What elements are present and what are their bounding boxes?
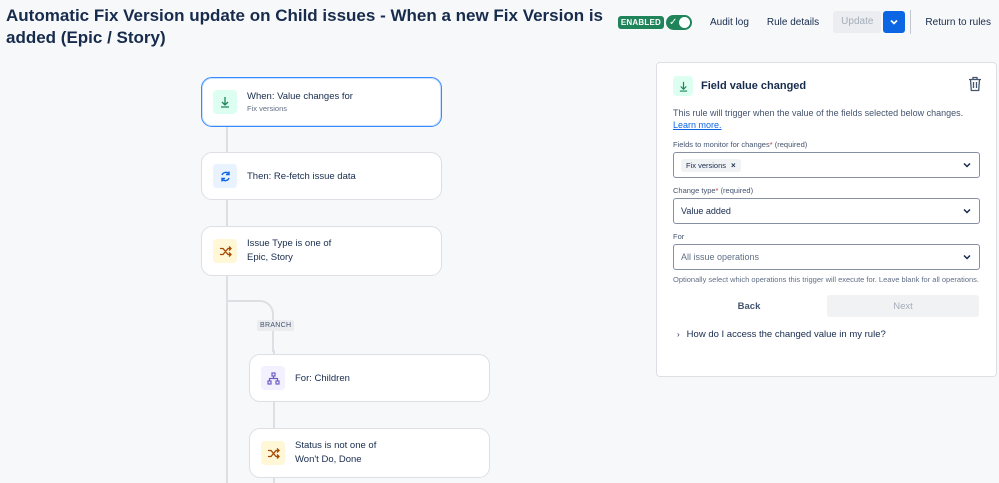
field-changed-icon bbox=[213, 90, 237, 114]
trigger-title: When: Value changes for bbox=[247, 90, 353, 102]
toolbar-divider bbox=[910, 10, 912, 34]
condition-line1: Issue Type is one of bbox=[247, 238, 332, 249]
chevron-down-icon bbox=[963, 254, 971, 260]
rule-details-link[interactable]: Rule details bbox=[767, 17, 819, 28]
chevron-right-icon: › bbox=[677, 330, 680, 339]
shuffle-condition-icon bbox=[261, 441, 285, 465]
audit-log-link[interactable]: Audit log bbox=[710, 17, 749, 28]
faq-label: How do I access the changed value in my … bbox=[686, 329, 886, 340]
trigger-subtitle: Fix versions bbox=[247, 103, 288, 113]
branch-condition-node[interactable]: Status is not one of Won't Do, Done bbox=[249, 428, 490, 478]
panel-description: This rule will trigger when the value of… bbox=[673, 108, 964, 118]
toggle-knob bbox=[678, 16, 690, 28]
update-button[interactable]: Update bbox=[833, 11, 882, 33]
learn-more-link[interactable]: Learn more. bbox=[673, 119, 980, 132]
field-chip-label: Fix versions bbox=[686, 160, 727, 170]
change-type-label: Change type* (required) bbox=[673, 186, 754, 195]
condition-node[interactable]: Issue Type is one of Epic, Story bbox=[201, 226, 442, 276]
toolbar: ENABLED ✓ Audit log Rule details Update … bbox=[617, 10, 991, 34]
branch-hierarchy-icon bbox=[261, 366, 285, 390]
chevron-down-icon bbox=[963, 162, 971, 168]
for-label: For bbox=[673, 232, 685, 241]
trigger-config-panel: Field value changed This rule will trigg… bbox=[656, 62, 997, 377]
enable-toggle[interactable]: ✓ bbox=[665, 14, 692, 30]
action-title: Then: Re-fetch issue data bbox=[247, 170, 356, 182]
change-type-select[interactable]: Value added bbox=[673, 198, 980, 224]
shuffle-condition-icon bbox=[213, 239, 237, 263]
status-badge: ENABLED bbox=[617, 15, 664, 29]
page-title: Automatic Fix Version update on Child is… bbox=[6, 6, 604, 47]
branch-condition-line1: Status is not one of bbox=[295, 440, 377, 451]
fields-label: Fields to monitor for changes* (required… bbox=[673, 140, 808, 149]
condition-line2: Epic, Story bbox=[247, 252, 293, 263]
branch-node[interactable]: For: Children bbox=[249, 354, 490, 402]
panel-title: Field value changed bbox=[701, 80, 807, 92]
back-button[interactable]: Back bbox=[673, 295, 825, 317]
for-helper-text: Optionally select which operations this … bbox=[673, 275, 979, 284]
refresh-icon bbox=[213, 164, 237, 188]
remove-chip-icon[interactable]: × bbox=[731, 161, 736, 170]
return-to-rules-link[interactable]: Return to rules bbox=[925, 17, 991, 28]
field-chip: Fix versions × bbox=[681, 158, 741, 172]
update-dropdown-button[interactable] bbox=[883, 11, 906, 33]
branch-condition-line2: Won't Do, Done bbox=[295, 454, 362, 465]
check-icon: ✓ bbox=[668, 16, 678, 28]
next-button[interactable]: Next bbox=[827, 295, 979, 317]
chevron-down-icon bbox=[890, 19, 898, 25]
fields-to-monitor-select[interactable]: Fix versions × bbox=[673, 152, 980, 178]
chevron-down-icon bbox=[963, 208, 971, 214]
branch-title: For: Children bbox=[295, 372, 350, 384]
action-node[interactable]: Then: Re-fetch issue data bbox=[201, 152, 442, 200]
change-type-value: Value added bbox=[681, 206, 731, 216]
for-placeholder: All issue operations bbox=[681, 252, 760, 262]
branch-tag: BRANCH bbox=[257, 320, 295, 331]
trash-icon[interactable] bbox=[968, 76, 982, 97]
faq-expander[interactable]: › How do I access the changed value in m… bbox=[673, 329, 980, 340]
for-select[interactable]: All issue operations bbox=[673, 244, 980, 270]
field-changed-icon bbox=[673, 76, 693, 96]
trigger-node[interactable]: When: Value changes for Fix versions bbox=[201, 77, 442, 127]
